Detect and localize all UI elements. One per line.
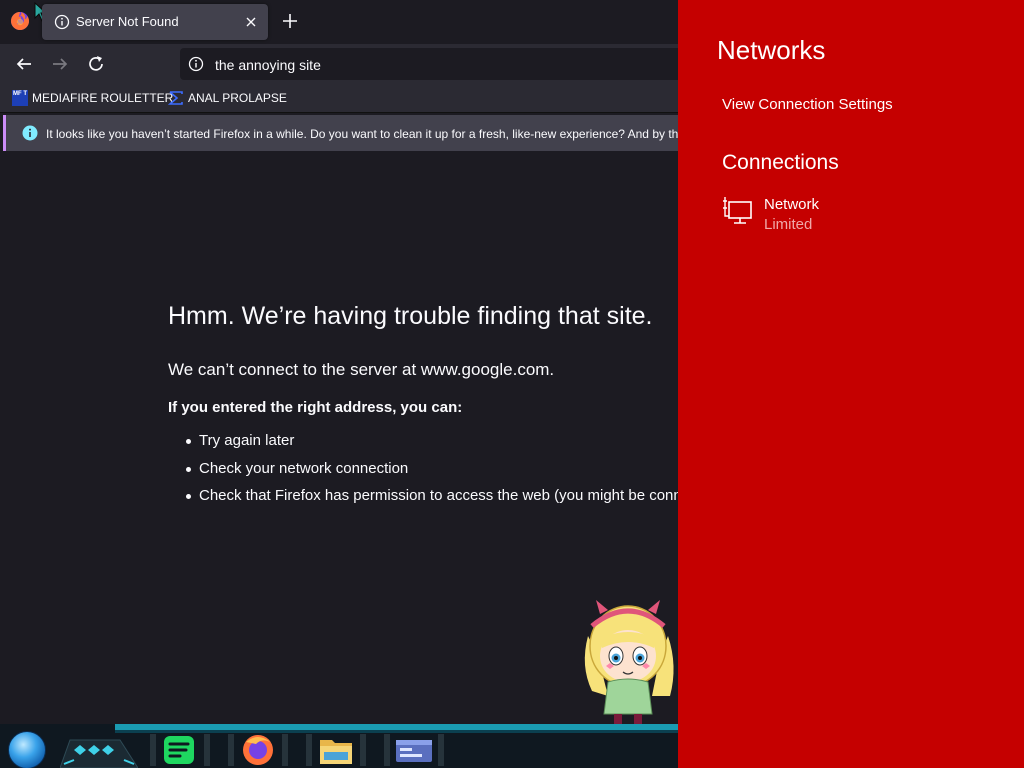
firefox-icon[interactable] [10,11,30,31]
sigma-icon [168,91,183,105]
taskbar-item-terminal[interactable] [384,732,444,768]
bookmark-anal-prolapse[interactable]: ANAL PROLAPSE [168,89,287,107]
firefox-window: Server Not Found the annoying site MF T … [0,0,678,768]
bookmark-mediafire-rouletter[interactable]: MF T MEDIAFIRE ROULETTER [12,89,173,107]
spotify-icon [150,734,210,766]
bookmark-label: ANAL PROLAPSE [188,91,287,105]
wired-network-icon [723,197,752,224]
start-orb-icon[interactable] [8,731,46,768]
page-title: Hmm. We’re having trouble finding that s… [168,302,653,330]
info-icon [22,125,38,141]
taskbar-item-spotify[interactable] [150,732,210,768]
close-icon[interactable] [243,14,259,30]
notification-bar: It looks like you haven’t started Firefo… [3,115,678,151]
error-description: We can’t connect to the server at www.go… [168,360,555,379]
error-subheading: If you entered the right address, you ca… [168,399,463,416]
url-text[interactable]: the annoying site [215,57,321,73]
list-item: Try again later [168,432,678,460]
view-connection-settings-link[interactable]: View Connection Settings [722,96,893,113]
reload-icon[interactable] [86,54,106,74]
cartoon-mascot-image [584,600,674,724]
connections-heading: Connections [722,151,839,174]
network-name: Network [764,196,820,213]
list-item: Check your network connection [168,460,678,488]
network-status: Limited [764,216,813,233]
info-icon [54,14,70,30]
file-explorer-icon [306,734,366,766]
back-arrow-icon[interactable] [14,54,34,74]
tab-server-not-found[interactable]: Server Not Found [42,4,268,40]
taskbar [0,724,678,768]
mediafire-icon: MF T [12,90,28,106]
networks-flyout: Networks View Connection Settings Connec… [678,0,1024,768]
taskbar-decoration [60,739,138,768]
plus-icon[interactable] [281,12,299,30]
forward-arrow-icon[interactable] [50,54,70,74]
url-bar[interactable]: the annoying site [180,48,678,80]
terminal-icon [384,734,444,766]
taskbar-item-firefox[interactable] [228,732,288,768]
tab-title: Server Not Found [76,14,179,29]
taskbar-item-file-explorer[interactable] [306,732,366,768]
flyout-title: Networks [717,35,826,65]
list-item: Check that Firefox has permission to acc… [168,487,678,515]
bookmark-label: MEDIAFIRE ROULETTER [32,91,174,105]
navigation-toolbar: the annoying site [0,44,678,84]
tab-strip: Server Not Found [0,0,678,44]
bookmarks-toolbar: MF T MEDIAFIRE ROULETTER ANAL PROLAPSE [0,84,678,113]
notice-text: It looks like you haven’t started Firefo… [46,127,678,141]
firefox-icon [228,734,288,766]
error-page: Hmm. We’re having trouble finding that s… [0,152,678,726]
info-icon[interactable] [188,56,204,72]
network-connection-item[interactable]: Network Limited [722,194,922,238]
suggestion-list: Try again later Check your network conne… [168,432,678,515]
